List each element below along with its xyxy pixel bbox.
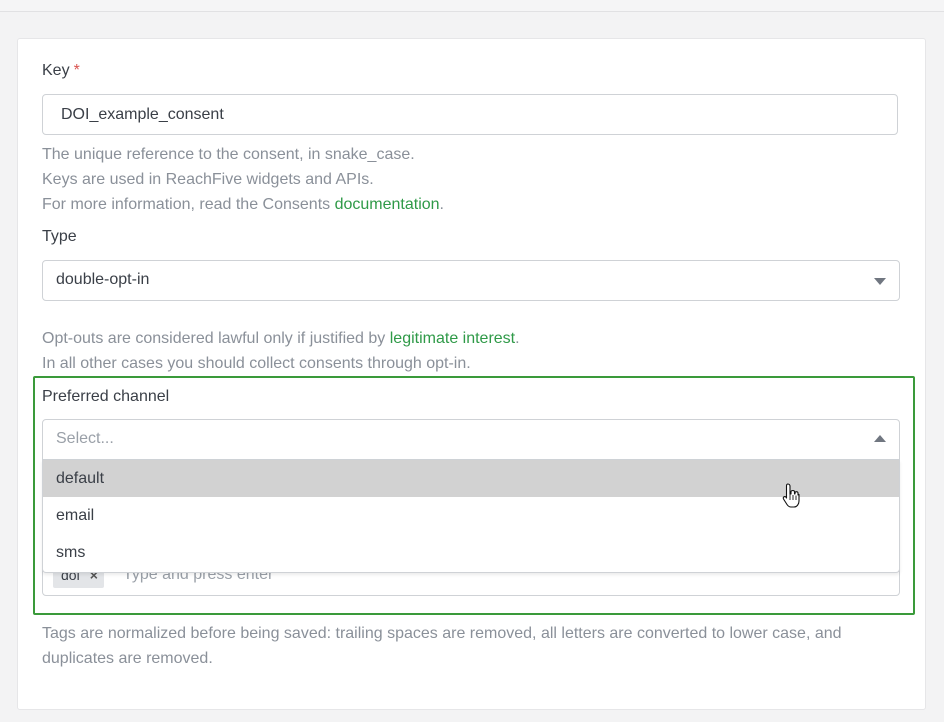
key-input[interactable] [42,94,898,135]
legitimate-interest-link[interactable]: legitimate interest [390,330,515,347]
chevron-down-icon [874,278,886,285]
key-help-line-2: Keys are used in ReachFive widgets and A… [42,171,374,188]
key-help-prefix: For more information, read the Consents [42,196,335,213]
key-help-line-1: The unique reference to the consent, in … [42,146,415,163]
tags-help-line-2: duplicates are removed. [42,650,213,667]
type-select-value: double-opt-in [56,271,150,288]
type-select[interactable]: double-opt-in [42,260,900,301]
tags-help-line-1: Tags are normalized before being saved: … [42,625,842,642]
top-strip [0,0,944,12]
documentation-link[interactable]: documentation [335,196,440,213]
type-help-prefix: Opt-outs are considered lawful only if j… [42,330,390,347]
required-marker: * [73,62,80,79]
type-help-line-1: Opt-outs are considered lawful only if j… [42,326,520,351]
type-help-line-2: In all other cases you should collect co… [42,355,471,372]
key-help-suffix: . [439,196,444,213]
type-help-suffix: . [515,330,520,347]
type-help: Opt-outs are considered lawful only if j… [42,326,520,376]
type-label: Type [42,228,77,245]
tags-help: Tags are normalized before being saved: … [42,621,842,671]
hand-pointer-icon [782,483,800,508]
key-help-line-3: For more information, read the Consents … [42,192,444,217]
key-label: Key * [42,62,80,80]
key-label-text: Key [42,62,70,79]
key-help: The unique reference to the consent, in … [42,142,444,217]
